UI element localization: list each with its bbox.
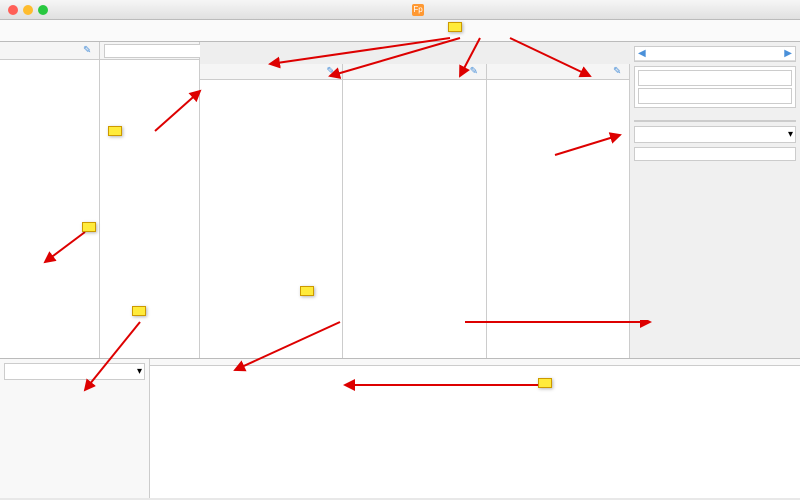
memo-input[interactable] xyxy=(638,88,792,104)
price-display xyxy=(634,112,796,116)
callout xyxy=(82,222,96,232)
traffic-lights[interactable] xyxy=(8,5,48,15)
callout xyxy=(448,22,462,32)
payment-select[interactable]: ▾ xyxy=(634,126,796,143)
category-mid-column: ✎ xyxy=(343,64,486,358)
dropdown-icon: ▾ xyxy=(788,129,793,140)
app-icon: Fp xyxy=(412,4,424,16)
callout xyxy=(538,378,552,388)
entry-panel xyxy=(634,66,796,108)
item-name-input[interactable] xyxy=(638,70,792,86)
callout xyxy=(132,306,146,316)
store-category-list xyxy=(0,60,99,358)
cal-next-icon: ▶ xyxy=(784,48,792,59)
store-category-column: ✎ xyxy=(0,42,100,358)
calendar[interactable]: ◀▶ xyxy=(634,46,796,62)
callout xyxy=(108,126,122,136)
numeric-keypad xyxy=(634,120,796,122)
window-titlebar: Fp xyxy=(0,0,800,20)
enter-button[interactable] xyxy=(634,147,796,161)
item-name-column: ✎ xyxy=(487,64,630,358)
callout xyxy=(300,286,314,296)
pencil-icon[interactable]: ✎ xyxy=(83,45,95,57)
